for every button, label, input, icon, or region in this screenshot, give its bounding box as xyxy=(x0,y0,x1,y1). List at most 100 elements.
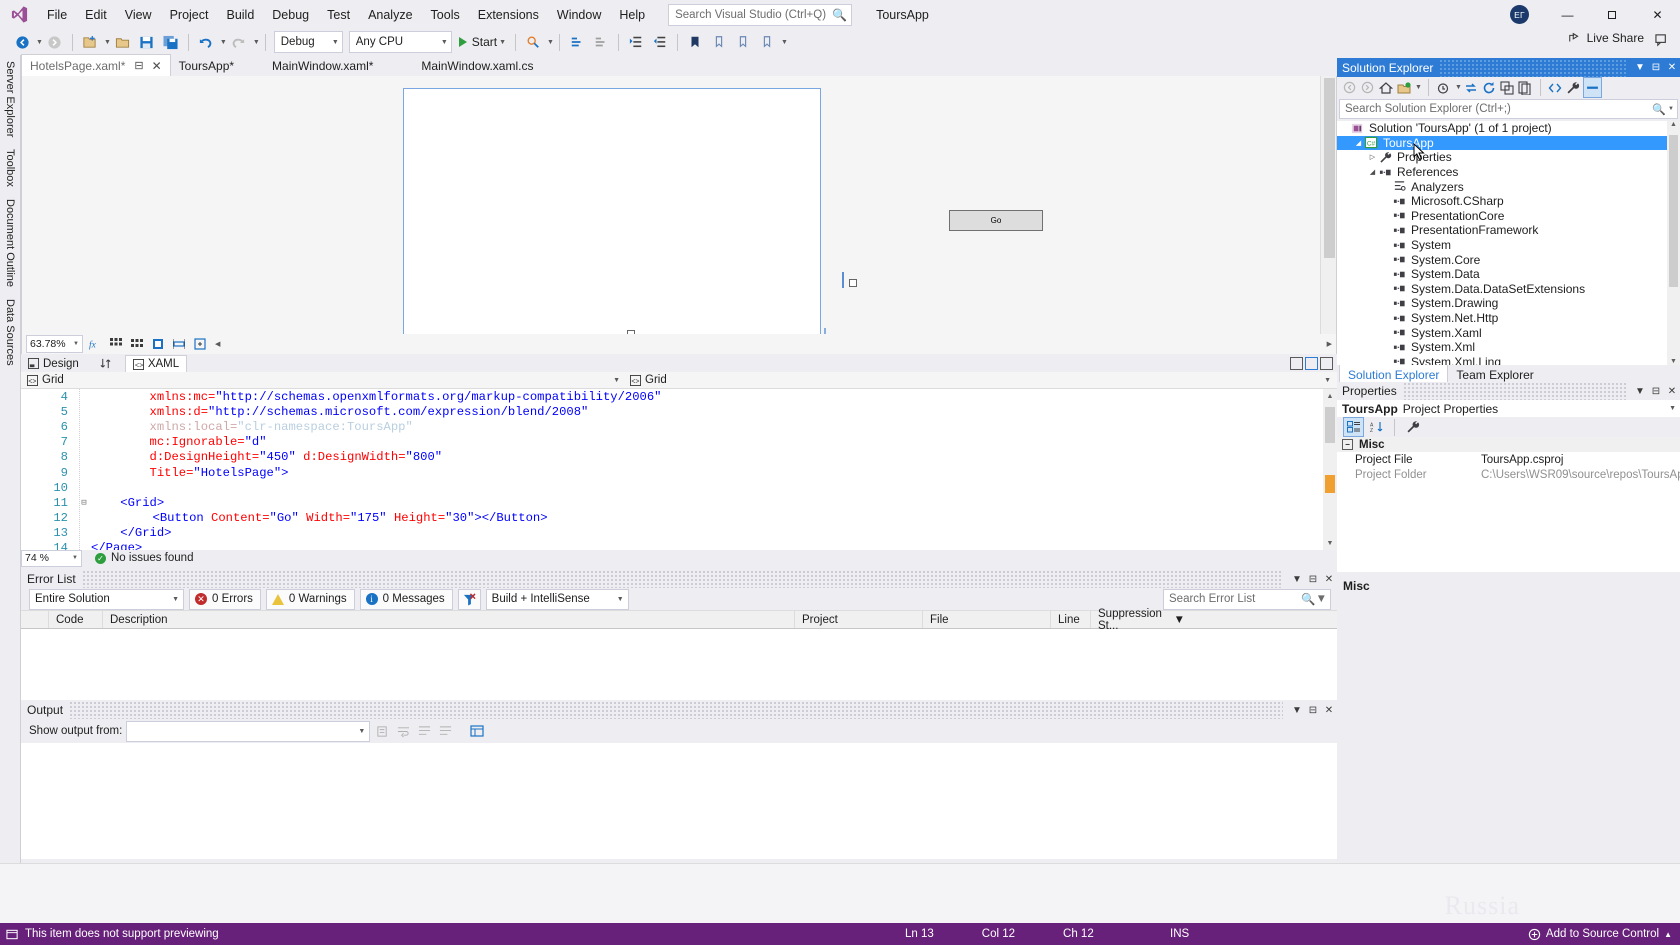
properties-icon[interactable] xyxy=(468,722,485,741)
bookmark-icon[interactable] xyxy=(683,31,707,53)
tab-mainwindow-xaml-cs[interactable]: MainWindow.xaml.cs xyxy=(413,55,542,76)
panel-options-icon[interactable]: ▼ xyxy=(1289,570,1305,588)
find-icon[interactable] xyxy=(437,722,454,741)
navigate-back-icon[interactable] xyxy=(10,31,34,53)
chevron-down-icon-2[interactable]: ▼ xyxy=(1455,84,1462,91)
show-all-files-icon[interactable] xyxy=(1517,78,1534,97)
expander-icon[interactable]: ◢ xyxy=(1367,168,1378,176)
close-icon[interactable]: ✕ xyxy=(152,59,162,73)
code-line[interactable]: 7 mc:Ignorable="d" xyxy=(21,435,1337,450)
clear-filter-icon[interactable] xyxy=(457,588,481,610)
pending-changes-icon[interactable] xyxy=(1395,78,1412,97)
code-line[interactable]: 4 xmlns:mc="http://schemas.openxmlformat… xyxy=(21,389,1337,404)
design-only-icon[interactable] xyxy=(1320,357,1333,370)
tree-node-system-xml[interactable]: System.Xml xyxy=(1337,340,1680,355)
global-search-input[interactable]: Search Visual Studio (Ctrl+Q) 🔍 xyxy=(668,3,853,26)
toggle-autoscroll-icon[interactable] xyxy=(416,722,433,741)
avatar[interactable]: ЕГ xyxy=(1510,5,1529,24)
properties-category-misc[interactable]: − Misc xyxy=(1337,437,1680,452)
scroll-down-icon[interactable]: ▼ xyxy=(1323,536,1337,550)
tree-node-solution-toursapp-1-of-1-project[interactable]: Solution 'ToursApp' (1 of 1 project) xyxy=(1337,121,1680,136)
pin-icon[interactable]: ⊟ xyxy=(1305,570,1321,588)
menu-extensions[interactable]: Extensions xyxy=(469,3,548,27)
forward-icon[interactable] xyxy=(1359,78,1376,97)
open-file-icon[interactable] xyxy=(111,31,135,53)
designer-vertical-scrollbar[interactable] xyxy=(1320,76,1336,334)
scroll-up-icon[interactable]: ▲ xyxy=(1667,121,1680,128)
rail-toolbox[interactable]: Toolbox xyxy=(0,143,20,193)
column-project[interactable]: Project xyxy=(795,611,923,628)
refresh-icon[interactable] xyxy=(1481,78,1498,97)
home-icon[interactable] xyxy=(1377,78,1394,97)
configuration-combo[interactable]: Debug ▼ xyxy=(273,31,343,53)
properties-grid[interactable]: − Misc Project File ToursApp.csproj Proj… xyxy=(1337,437,1680,572)
errors-filter-button[interactable]: ✕ 0 Errors xyxy=(189,588,261,610)
expander-icon[interactable]: ▷ xyxy=(1367,153,1378,161)
maximize-button[interactable] xyxy=(1590,0,1635,29)
tree-node-presentationframework[interactable]: PresentationFramework xyxy=(1337,223,1680,238)
properties-object-row[interactable]: ToursApp Project Properties ▼ xyxy=(1337,400,1680,417)
back-icon[interactable] xyxy=(1341,78,1358,97)
preview-icon[interactable] xyxy=(1435,78,1452,97)
pin-icon[interactable]: ⊟ xyxy=(1305,701,1321,719)
start-caret-icon[interactable]: ▼ xyxy=(499,39,506,46)
prev-bookmark-icon[interactable] xyxy=(755,31,779,53)
close-icon[interactable]: ✕ xyxy=(1321,701,1337,719)
tree-node-system[interactable]: System xyxy=(1337,238,1680,253)
output-source-combo[interactable]: ▼ xyxy=(126,720,371,742)
menu-debug[interactable]: Debug xyxy=(263,3,318,27)
menu-project[interactable]: Project xyxy=(161,3,218,27)
comment-icon[interactable] xyxy=(565,31,589,53)
grid-snap-icon[interactable] xyxy=(107,336,125,352)
platform-combo[interactable]: Any CPU ▼ xyxy=(348,31,452,53)
tree-node-system-drawing[interactable]: System.Drawing xyxy=(1337,296,1680,311)
tab-xaml[interactable]: <> XAML xyxy=(124,354,188,373)
tree-node-system-data[interactable]: System.Data xyxy=(1337,267,1680,282)
toggle-bookmark-icon[interactable] xyxy=(707,31,731,53)
editor-vertical-scrollbar[interactable]: ▲ ▼ xyxy=(1323,389,1337,550)
code-line[interactable]: 11 ⊟ <Grid> xyxy=(21,495,1337,510)
scroll-up-icon[interactable]: ▲ xyxy=(1323,389,1337,403)
xaml-code-editor[interactable]: 4 xmlns:mc="http://schemas.openxmlformat… xyxy=(21,389,1337,550)
save-icon[interactable] xyxy=(135,31,159,53)
pin-icon[interactable]: ⊟ xyxy=(1648,382,1664,400)
expander-icon[interactable]: ◢ xyxy=(1353,139,1364,147)
design-go-button[interactable]: Go xyxy=(949,210,1043,231)
indent-icon[interactable] xyxy=(624,31,648,53)
solution-view-icon[interactable] xyxy=(1582,77,1602,98)
tree-node-toursapp[interactable]: ◢ C# ToursApp xyxy=(1337,135,1680,151)
undo-icon[interactable] xyxy=(194,31,218,53)
menu-help[interactable]: Help xyxy=(610,3,654,27)
menu-edit[interactable]: Edit xyxy=(76,3,116,27)
horizontal-split-icon[interactable] xyxy=(1305,357,1318,370)
designer-overflow-caret-icon[interactable]: ◀ xyxy=(215,340,220,348)
error-list-search-input[interactable]: Search Error List 🔍 ▼ xyxy=(1163,588,1331,610)
chevron-down-icon[interactable]: ▼ xyxy=(1415,84,1422,91)
tree-node-system-xaml[interactable]: System.Xaml xyxy=(1337,325,1680,340)
new-project-icon[interactable] xyxy=(78,31,102,53)
collapse-icon[interactable]: − xyxy=(1342,439,1353,450)
properties-icon[interactable] xyxy=(1565,78,1582,97)
xaml-designer-surface[interactable]: Go xyxy=(21,76,1337,335)
tree-node-system-data-datasetextensions[interactable]: System.Data.DataSetExtensions xyxy=(1337,282,1680,297)
property-pages-icon[interactable] xyxy=(1403,418,1422,436)
solution-tree-scroll-thumb[interactable] xyxy=(1669,135,1678,287)
find-caret-icon[interactable]: ▼ xyxy=(547,39,554,46)
collapse-all-icon[interactable] xyxy=(1499,78,1516,97)
column-code[interactable]: Code xyxy=(49,611,103,628)
code-line[interactable]: 13 </Grid> xyxy=(21,526,1337,541)
panel-options-icon[interactable]: ▼ xyxy=(1632,382,1648,400)
filter-icon[interactable]: ▼ xyxy=(1174,614,1185,626)
nav-scope-right-combo[interactable]: <> Grid ▼ xyxy=(624,372,1337,388)
design-canvas[interactable]: Go xyxy=(403,88,1043,334)
swap-panes-icon[interactable] xyxy=(86,355,125,372)
designer-zoom-combo[interactable]: 63.78% ▼ xyxy=(26,335,83,353)
snap-grid-icon[interactable] xyxy=(149,336,167,352)
find-icon[interactable] xyxy=(521,31,545,53)
designer-scroll-right-icon[interactable]: ▶ xyxy=(1327,340,1332,348)
drag-dots[interactable] xyxy=(1439,58,1626,77)
column-description[interactable]: Description xyxy=(103,611,795,628)
tree-node-system-net-http[interactable]: System.Net.Http xyxy=(1337,311,1680,326)
next-bookmark-icon[interactable] xyxy=(731,31,755,53)
uncomment-icon[interactable] xyxy=(589,31,613,53)
